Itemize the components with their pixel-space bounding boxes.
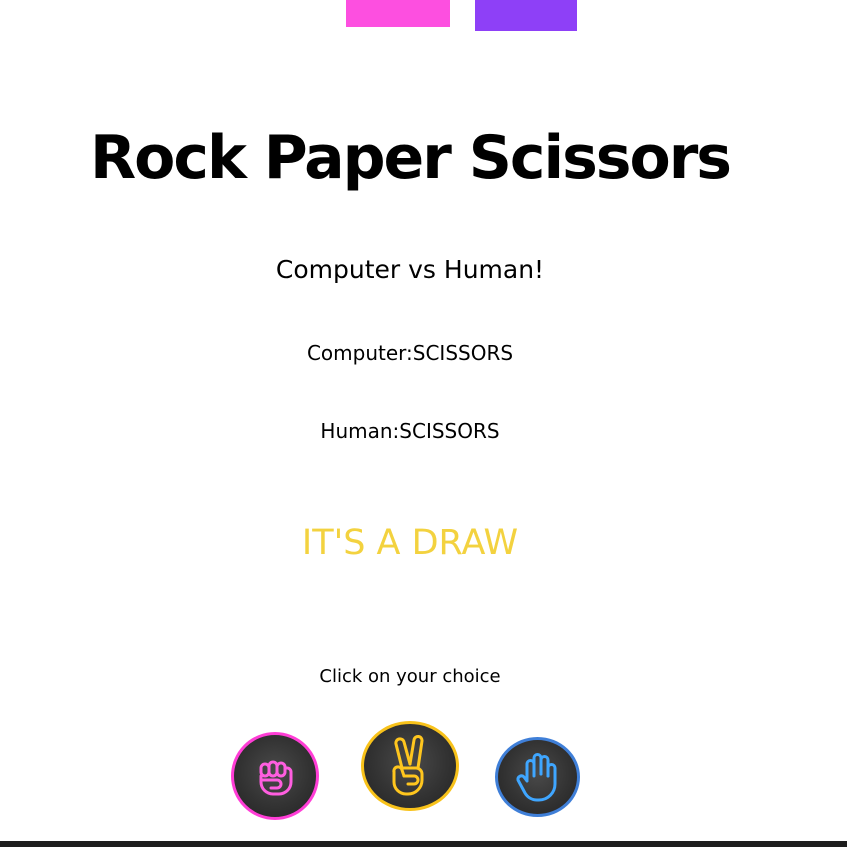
open-hand-icon: [515, 753, 556, 802]
result-verdict: IT'S A DRAW: [301, 523, 519, 563]
human-choice-text: Human:SCISSORS: [320, 419, 500, 443]
fist-icon: [259, 760, 293, 796]
page-title: Rock Paper Scissors: [89, 123, 732, 193]
scissors-button[interactable]: [361, 721, 459, 811]
choice-prompt: Click on your choice: [319, 666, 501, 687]
pink-decoration-bar: [346, 0, 450, 27]
rock-button[interactable]: [231, 732, 319, 820]
subtitle: Computer vs Human!: [275, 255, 545, 284]
bottom-border-bar: [0, 841, 847, 847]
purple-decoration-bar: [475, 0, 577, 31]
computer-choice-text: Computer:SCISSORS: [306, 341, 514, 365]
paper-button[interactable]: [495, 737, 580, 817]
game-page: Rock Paper Scissors Computer vs Human! C…: [0, 0, 847, 847]
peace-hand-icon: [392, 735, 424, 796]
